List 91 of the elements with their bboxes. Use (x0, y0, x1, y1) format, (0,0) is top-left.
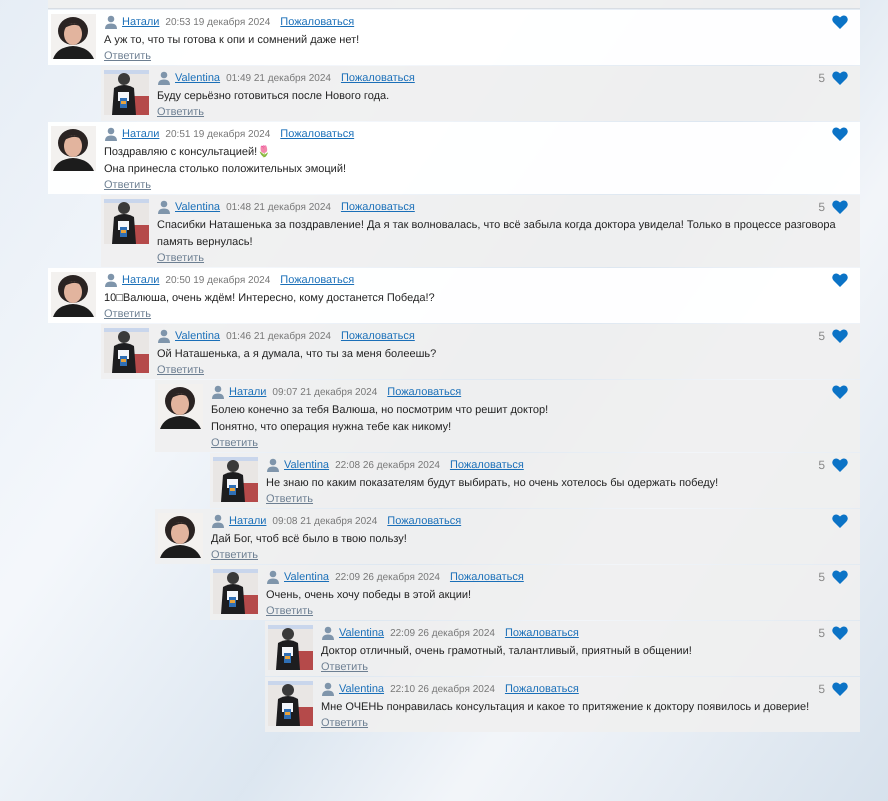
reply-link[interactable]: Ответить (104, 307, 152, 321)
user-icon (157, 200, 171, 214)
comment-text: Доктор отличный, очень грамотный, талантливый, приятный в общении! (321, 644, 693, 659)
author-link[interactable]: Натали (122, 14, 160, 30)
comment-text: Очень, очень хочу победы в этой акции! (266, 588, 472, 603)
user-icon (104, 15, 118, 29)
report-link[interactable]: Пожаловаться (340, 70, 415, 86)
heart-icon[interactable] (832, 273, 848, 287)
like-count: 5 (818, 70, 825, 87)
reply-link[interactable]: Ответить (157, 363, 204, 377)
reply-link[interactable]: Ответить (104, 178, 152, 192)
report-link[interactable]: Пожаловаться (504, 624, 579, 642)
user-icon (157, 329, 171, 343)
reply-link[interactable]: Ответить (266, 604, 314, 618)
author-link[interactable]: Valentina (175, 198, 220, 216)
comment-time: 22:09 26 декабря 2024 (390, 626, 495, 640)
comment-text: Болею конечно за тебя Валюша, но посмотрим что решит доктор! Понятно, что операция нужна тебе как никому! (211, 403, 550, 435)
author-link[interactable]: Натали (122, 272, 160, 288)
user-icon (321, 682, 335, 696)
heart-icon[interactable] (832, 71, 848, 85)
report-link[interactable]: Пожаловаться (340, 328, 415, 344)
like-count: 5 (818, 569, 825, 586)
report-link[interactable]: Пожаловаться (387, 512, 462, 530)
comment-text: Буду серьёзно готовиться после Нового года. (157, 89, 390, 104)
reply-link[interactable]: Ответить (211, 548, 258, 562)
heart-icon[interactable] (832, 458, 848, 472)
reply-link[interactable]: Ответить (211, 436, 258, 450)
comment-text: Поздравляю с консультацией!🌷 Она принесла столько положительных эмоций! (104, 144, 348, 177)
reply-link[interactable]: Ответить (266, 492, 314, 506)
user-icon (321, 626, 335, 640)
user-icon (104, 127, 118, 141)
user-icon (211, 514, 225, 528)
like-count: 5 (818, 199, 825, 216)
heart-icon[interactable] (832, 626, 848, 640)
heart-icon[interactable] (832, 682, 848, 696)
author-link[interactable]: Valentina (284, 568, 330, 586)
heart-icon[interactable] (832, 200, 848, 214)
comment-text: А уж то, что ты готова к опи и сомнений даже нет! (104, 33, 360, 48)
comment-time: 20:53 19 декабря 2024 (165, 16, 270, 30)
heart-icon[interactable] (832, 385, 848, 399)
author-link[interactable]: Натали (229, 512, 266, 530)
heart-icon[interactable] (832, 329, 848, 343)
comment-text: Мне ОЧЕНЬ понравилась консультация и какое то притяжение к доктору появилось и доверие! (321, 700, 810, 715)
reply-link[interactable]: Ответить (104, 49, 152, 63)
comment-text: Спасибки Наташенька за поздравление! Да я так волновалась, что всё забыла когда доктора увидела! Только в процессе разговора память вернулась! (157, 218, 837, 250)
user-icon (104, 273, 118, 287)
comment-text: Дай Бог, чтоб всё было в твою пользу! (211, 532, 408, 547)
report-link[interactable]: Пожаловаться (280, 126, 354, 142)
comment-time: 22:08 26 декабря 2024 (335, 458, 440, 472)
comment-time: 22:10 26 декабря 2024 (390, 682, 495, 696)
comment-time: 01:46 21 декабря 2024 (226, 330, 331, 344)
like-count: 5 (818, 328, 825, 345)
comment-time: 09:08 21 декабря 2024 (272, 514, 378, 528)
author-link[interactable]: Valentina (284, 456, 330, 474)
comment-time: 22:09 26 декабря 2024 (335, 570, 440, 584)
report-link[interactable]: Пожаловаться (280, 272, 354, 288)
reply-link[interactable]: Ответить (321, 716, 368, 730)
user-icon (266, 458, 280, 472)
heart-icon[interactable] (832, 127, 848, 141)
user-icon (157, 71, 171, 85)
like-count: 5 (818, 457, 825, 474)
comment-time: 01:48 21 декабря 2024 (226, 200, 331, 214)
report-link[interactable]: Пожаловаться (340, 198, 415, 216)
comment-text: Не знаю по каким показателям будут выбирать, но очень хотелось бы одержать победу! (266, 476, 720, 491)
report-link[interactable]: Пожаловаться (450, 456, 524, 474)
comment-time: 09:07 21 декабря 2024 (272, 386, 378, 400)
like-count: 5 (818, 625, 825, 642)
comment-text: 10□Валюша, очень ждём! Интересно, кому достанется Победа!? (104, 291, 436, 306)
comment-time: 20:50 19 декабря 2024 (165, 274, 270, 288)
comment-text: Ой Наташенька, а я думала, что ты за меня болеешь? (157, 347, 438, 362)
author-link[interactable]: Valentina (339, 624, 384, 642)
report-link[interactable]: Пожаловаться (504, 680, 579, 698)
heart-icon[interactable] (832, 514, 848, 528)
author-link[interactable]: Valentina (175, 70, 220, 86)
author-link[interactable]: Valentina (339, 680, 384, 698)
report-link[interactable]: Пожаловаться (387, 384, 462, 400)
comment-time: 20:51 19 декабря 2024 (165, 128, 270, 142)
heart-icon[interactable] (832, 570, 848, 584)
reply-link[interactable]: Ответить (157, 251, 204, 265)
heart-icon[interactable] (832, 15, 848, 29)
user-icon (211, 385, 225, 399)
report-link[interactable]: Пожаловаться (450, 568, 524, 586)
author-link[interactable]: Valentina (175, 328, 220, 344)
reply-link[interactable]: Ответить (157, 105, 204, 119)
comment-time: 01:49 21 декабря 2024 (226, 72, 331, 86)
author-link[interactable]: Натали (122, 126, 160, 142)
reply-link[interactable]: Ответить (321, 660, 368, 674)
author-link[interactable]: Натали (229, 384, 266, 400)
user-icon (266, 570, 280, 584)
like-count: 5 (818, 681, 825, 698)
report-link[interactable]: Пожаловаться (280, 14, 354, 30)
